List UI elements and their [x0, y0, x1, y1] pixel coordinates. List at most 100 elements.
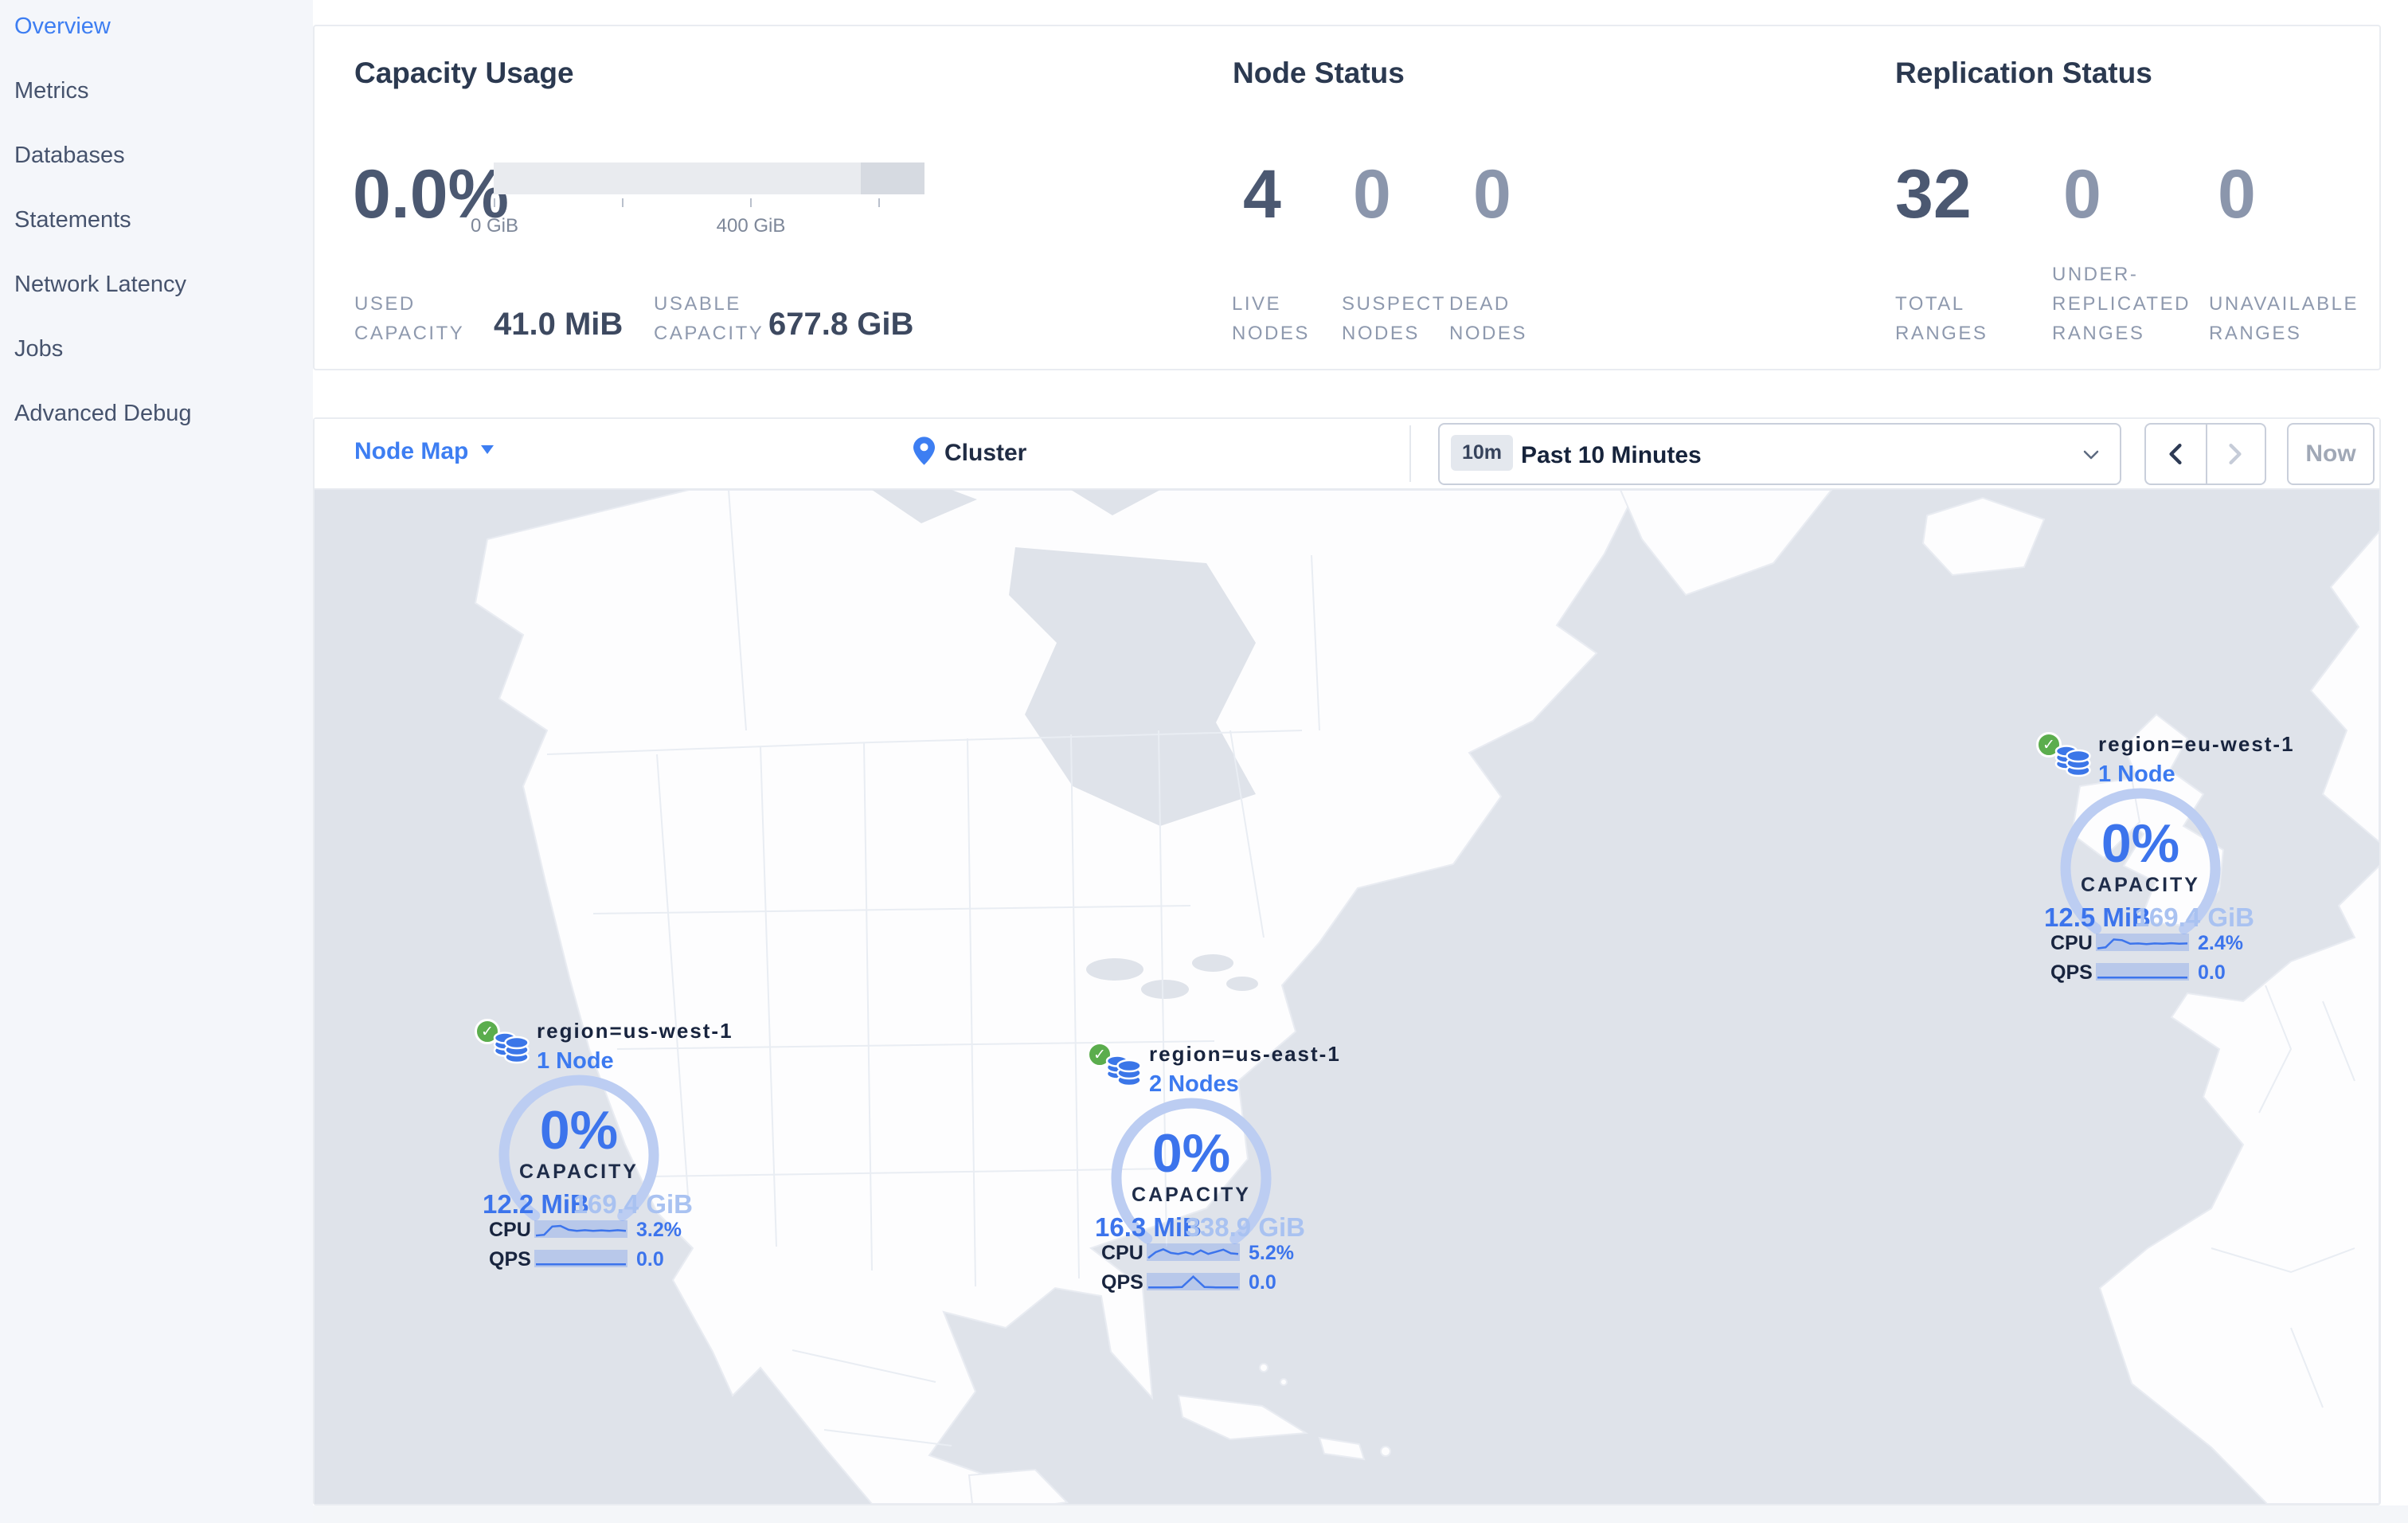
marker-header: region=us-east-1 2 Nodes [1149, 1042, 1341, 1098]
database-stack-icon [2054, 745, 2091, 777]
total-ranges-count: 32 [1895, 156, 1972, 233]
used-capacity-label-line1: USED [354, 293, 416, 315]
cpu-sparkline [534, 1220, 627, 1238]
qps-label: QPS [489, 1248, 531, 1270]
time-step-back-button[interactable] [2146, 425, 2206, 484]
locality-marker-eu-west-1[interactable]: ✓ region=eu-west-1 1 Node 0% CAPACITY 12… [2036, 729, 2293, 992]
sidebar-item-advanced-debug[interactable]: Advanced Debug [14, 401, 192, 427]
marker-region-label: region=us-east-1 [1149, 1042, 1341, 1066]
cpu-value: 3.2% [636, 1219, 682, 1241]
node-map-panel: Node Map Cluster 10m Past 10 Minutes Now… [313, 417, 2381, 1505]
sidebar-item-metrics[interactable]: Metrics [14, 78, 88, 104]
cpu-label: CPU [489, 1219, 531, 1241]
caret-down-icon [481, 445, 494, 454]
breadcrumb[interactable]: Cluster [913, 437, 1026, 467]
qps-value: 0.0 [636, 1248, 664, 1270]
capacity-axis-label-400: 400 GiB [716, 215, 786, 237]
view-selector-dropdown[interactable]: Node Map [354, 438, 494, 465]
marker-total-capacity: 169.4 GiB [2134, 902, 2254, 932]
live-nodes-label: LIVE NODES [1232, 293, 1310, 344]
used-capacity-value: 41.0 MiB [494, 307, 624, 342]
time-step-buttons [2144, 423, 2266, 485]
locality-marker-us-east-1[interactable]: ✓ region=us-east-1 2 Nodes 0% CAPACITY 1… [1087, 1039, 1339, 1302]
live-nodes-count: 4 [1243, 156, 1281, 233]
now-button[interactable]: Now [2287, 423, 2375, 485]
used-capacity-label-line2: CAPACITY [354, 323, 465, 344]
sidebar-item-network-latency[interactable]: Network Latency [14, 272, 186, 298]
chevron-left-icon [2169, 444, 2182, 464]
marker-capacity-percent: 0% [1151, 1123, 1231, 1184]
chevron-right-icon [2229, 444, 2242, 464]
qps-value: 0.0 [1249, 1271, 1276, 1294]
marker-region-label: region=us-west-1 [537, 1019, 733, 1043]
breadcrumb-label: Cluster [944, 440, 1027, 466]
capacity-axis-tick [622, 198, 624, 207]
marker-total-capacity: 169.4 GiB [573, 1189, 693, 1219]
time-range-dropdown[interactable]: 10m Past 10 Minutes [1438, 423, 2121, 485]
usable-capacity-label-line1: USABLE [654, 293, 741, 315]
sidebar-item-statements[interactable]: Statements [14, 207, 131, 233]
cpu-sparkline [1147, 1243, 1240, 1261]
cpu-sparkline [2096, 934, 2189, 951]
world-map: ✓ region=us-west-1 1 Node 0% CAPACITY 12… [315, 490, 2379, 1504]
under-replicated-ranges-label: UNDER- REPLICATED RANGES [2052, 264, 2191, 344]
marker-header: region=eu-west-1 1 Node [2098, 732, 2295, 788]
cpu-label: CPU [1101, 1242, 1143, 1264]
capacity-bar-reserved-segment [860, 162, 924, 194]
marker-header: region=us-west-1 1 Node [537, 1019, 733, 1075]
map-toolbar: Node Map Cluster 10m Past 10 Minutes Now [315, 419, 2379, 490]
capacity-axis-tick [750, 198, 752, 207]
usable-capacity-value: 677.8 GiB [768, 307, 914, 342]
sidebar-item-jobs[interactable]: Jobs [14, 336, 63, 362]
capacity-usage-title: Capacity Usage [354, 57, 574, 89]
marker-region-label: region=eu-west-1 [2098, 732, 2295, 756]
suspect-nodes-count: 0 [1353, 156, 1391, 233]
toolbar-divider [1409, 425, 1411, 482]
under-replicated-ranges-count: 0 [2063, 156, 2101, 233]
qps-label: QPS [1101, 1271, 1143, 1294]
dead-nodes-count: 0 [1473, 156, 1511, 233]
time-step-forward-button[interactable] [2206, 425, 2265, 484]
qps-sparkline [2096, 963, 2189, 981]
unavailable-ranges-count: 0 [2218, 156, 2256, 233]
suspect-nodes-label: SUSPECT NODES [1342, 293, 1446, 344]
locality-marker-us-west-1[interactable]: ✓ region=us-west-1 1 Node 0% CAPACITY 12… [475, 1016, 732, 1278]
cpu-label: CPU [2050, 932, 2093, 954]
cluster-summary-panel: Capacity Usage 0.0% 0 GiB 400 GiB USED C… [313, 25, 2381, 370]
cpu-value: 2.4% [2198, 932, 2243, 954]
usable-capacity-label-line2: CAPACITY [654, 323, 764, 344]
view-selector-label: Node Map [354, 438, 469, 464]
time-range-label: Past 10 Minutes [1521, 442, 1702, 468]
database-stack-icon [1105, 1055, 1142, 1087]
chevron-down-icon [2083, 450, 2099, 460]
map-pin-icon [913, 437, 935, 465]
unavailable-ranges-label: UNAVAILABLE RANGES [2209, 293, 2359, 344]
marker-capacity-caption: CAPACITY [2081, 874, 2200, 896]
qps-sparkline [1147, 1273, 1240, 1290]
qps-label: QPS [2050, 961, 2093, 984]
marker-capacity-percent: 0% [539, 1100, 619, 1161]
marker-total-capacity: 338.9 GiB [1185, 1212, 1305, 1242]
map-svg [315, 490, 2379, 1504]
sidebar: Overview Metrics Databases Statements Ne… [0, 0, 313, 1523]
capacity-axis-label-0: 0 GiB [470, 215, 519, 237]
total-ranges-label: TOTAL RANGES [1895, 293, 1988, 344]
dead-nodes-label: DEAD NODES [1449, 293, 1527, 344]
cpu-value: 5.2% [1249, 1242, 1294, 1264]
qps-sparkline [534, 1250, 627, 1267]
time-range-badge: 10m [1451, 435, 1514, 471]
database-stack-icon [493, 1032, 530, 1064]
capacity-axis-tick [494, 198, 495, 207]
sidebar-item-overview[interactable]: Overview [14, 14, 111, 40]
marker-capacity-percent: 0% [2101, 813, 2180, 874]
capacity-axis-tick [878, 198, 880, 207]
marker-capacity-caption: CAPACITY [1132, 1184, 1251, 1206]
replication-status-title: Replication Status [1895, 57, 2152, 89]
node-status-title: Node Status [1233, 57, 1405, 89]
sidebar-item-databases[interactable]: Databases [14, 143, 125, 169]
used-capacity-label: USED CAPACITY [354, 289, 464, 348]
usable-capacity-label: USABLE CAPACITY [654, 289, 764, 348]
capacity-bar [494, 162, 924, 194]
qps-value: 0.0 [2198, 961, 2226, 984]
marker-capacity-caption: CAPACITY [519, 1161, 639, 1183]
